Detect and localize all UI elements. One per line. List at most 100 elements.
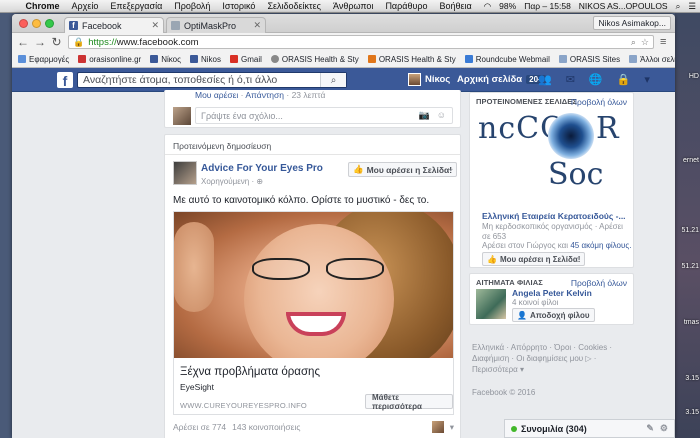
page-favicon-icon [171, 21, 180, 30]
menu-window[interactable]: Παράθυρο [385, 1, 427, 11]
accept-friend-button[interactable]: 👤 Αποδοχή φίλου [512, 308, 595, 322]
footer-copyright: Facebook © 2016 [472, 388, 536, 397]
avatar[interactable] [431, 421, 444, 433]
like-page-button[interactable]: 👍 Μου αρέσει η Σελίδα! [348, 162, 458, 177]
ad-link-preview[interactable]: Ξέχνα προβλήματα όρασης EyeSight WWW.CUR… [173, 211, 454, 415]
menu-help[interactable]: Βοήθεια [440, 1, 472, 11]
forward-icon[interactable]: → [34, 35, 46, 49]
avatar[interactable] [173, 107, 191, 125]
page-name-link[interactable]: Advice For Your Eyes Pro [201, 163, 323, 174]
desktop-label[interactable]: HD [689, 73, 699, 80]
gear-icon[interactable]: ⚙ [660, 423, 668, 434]
chevron-down-icon[interactable]: ⌄ [447, 163, 455, 174]
user-name: Νίκος [425, 74, 451, 85]
reply-link[interactable]: Απάντηση [245, 90, 284, 100]
desktop-label[interactable]: 3.15 [685, 409, 699, 416]
desktop-label[interactable]: tmas [684, 319, 699, 326]
profile-link[interactable]: Νίκος [408, 73, 450, 86]
messages-icon[interactable]: ✉ [566, 73, 575, 86]
bookmark-item[interactable]: ORASIS Health & Sty [270, 55, 359, 64]
search-icon[interactable]: ⌕ [320, 73, 346, 87]
facebook-logo-icon[interactable]: f [57, 72, 73, 89]
bookmark-item[interactable]: Νίκος [150, 55, 181, 64]
mutual-friends[interactable]: 4 κοινοί φίλοι [512, 298, 558, 307]
menu-view[interactable]: Προβολή [174, 1, 210, 11]
avatar[interactable] [476, 289, 506, 319]
menubar-user[interactable]: NIKOS AS...OPOULOS [579, 1, 668, 11]
bookmark-apps[interactable]: Εφαρμογές [18, 55, 69, 64]
chrome-menu-icon[interactable]: ≡ [660, 36, 670, 48]
close-tab-icon[interactable]: ✕ [151, 20, 159, 31]
chat-bar[interactable]: Συνομιλία (304) ✎ ⚙ [504, 419, 675, 438]
desktop-label[interactable]: 3.15 [685, 375, 699, 382]
bookmark-item[interactable]: Nikos [189, 55, 221, 64]
menu-file[interactable]: Αρχείο [72, 1, 99, 11]
home-link[interactable]: Αρχική σελίδα 20+ [457, 74, 546, 85]
window-controls [19, 19, 54, 28]
search-icon[interactable]: ⌕ [631, 37, 636, 48]
menu-history[interactable]: Ιστορικό [222, 1, 255, 11]
lock-icon[interactable]: 🔒 [73, 37, 84, 48]
notifications-icon[interactable]: 🌐 [589, 73, 603, 86]
browser-toolbar: ← → ↻ 🔒 https://www.facebook.com ⌕ ☆ ≡ [12, 33, 675, 51]
bookmark-item[interactable]: ORASIS Health & Sty [367, 55, 456, 64]
desktop-label[interactable]: 51.21 [681, 263, 699, 270]
see-all-link[interactable]: Προβολή όλων [571, 97, 627, 107]
spotlight-icon[interactable]: ⌕ [676, 1, 681, 12]
bookmark-item[interactable]: Roundcube Webmail [464, 55, 550, 64]
close-tab-icon[interactable]: ✕ [253, 20, 261, 31]
footer-links[interactable]: Ελληνικά · Απόρρητο · Όροι · Cookies · Δ… [472, 342, 634, 375]
search-input[interactable] [78, 74, 320, 86]
comment-input[interactable]: Γράψτε ένα σχόλιο... 📷 ☺ [195, 107, 453, 124]
ad-image[interactable] [174, 212, 453, 358]
shares-count-link[interactable]: 143 κοινοποιήσεις [232, 422, 300, 432]
address-bar[interactable]: 🔒 https://www.facebook.com ⌕ ☆ [68, 35, 654, 49]
menu-bookmarks[interactable]: Σελιδοδείκτες [267, 1, 321, 11]
back-icon[interactable]: ← [17, 35, 29, 49]
menu-app[interactable]: Chrome [26, 1, 60, 11]
suggested-page-name[interactable]: Ελληνική Εταιρεία Κερατοειδούς -... [482, 211, 626, 221]
bookmark-item[interactable]: orasisonline.gr [78, 55, 141, 64]
compose-icon[interactable]: ✎ [646, 423, 654, 434]
account-menu-icon[interactable]: ▾ [644, 73, 650, 86]
friend-requests-icon[interactable]: 👥 [538, 73, 552, 86]
tab-optimaskpro[interactable]: OptiMaskPro ✕ [166, 17, 266, 33]
friend-name-link[interactable]: Angela Peter Kelvin [512, 288, 592, 298]
like-page-button[interactable]: 👍 Μου αρέσει η Σελίδα! [482, 252, 586, 266]
friends-link[interactable]: 45 ακόμη φίλους. [570, 241, 631, 250]
tab-facebook[interactable]: f Facebook ✕ [64, 17, 164, 33]
menu-people[interactable]: Άνθρωποι [333, 1, 373, 11]
page-avatar[interactable] [173, 161, 197, 185]
friend-requests: ΑΙΤΗΜΑΤΑ ΦΙΛΙΑΣ Προβολή όλων Angela Pete… [469, 273, 634, 325]
minimize-window-button[interactable] [32, 19, 41, 28]
notification-icon[interactable]: ☰ [688, 1, 696, 12]
camera-icon[interactable]: 📷 [419, 110, 430, 121]
menubar-clock[interactable]: Παρ – 15:58 [524, 1, 571, 11]
suggested-page-cover[interactable]: ncCO R Soc [476, 109, 628, 207]
desktop-label[interactable]: 51.21 [681, 227, 699, 234]
chevron-down-icon[interactable]: ▾ [450, 422, 454, 433]
learn-more-button[interactable]: Μάθετε περισσότερα [365, 393, 453, 411]
desktop-label[interactable]: ernet [683, 157, 699, 164]
site-icon [78, 55, 87, 63]
wifi-icon[interactable]: ◠ [484, 1, 491, 12]
close-window-button[interactable] [19, 19, 28, 28]
star-icon[interactable]: ☆ [641, 37, 649, 48]
emoji-icon[interactable]: ☺ [437, 110, 446, 121]
bookmark-gmail[interactable]: Gmail [230, 55, 262, 64]
url-host: www.facebook.com [116, 36, 199, 48]
sponsored-header: Προτεινόμενη δημοσίευση [165, 135, 460, 155]
ad-url: WWW.CUREYOUREYESPRO.INFO [180, 401, 307, 410]
bookmark-folder[interactable]: ORASIS Sites [558, 55, 620, 64]
reload-icon[interactable]: ↻ [51, 35, 62, 49]
ad-title[interactable]: Ξέχνα προβλήματα όρασης [180, 366, 320, 378]
battery-level[interactable]: 98% [499, 1, 516, 11]
like-comment-link[interactable]: Μου αρέσει [195, 90, 238, 100]
profile-button[interactable]: Nikos Asimakop... [593, 16, 671, 30]
privacy-icon[interactable]: 🔒 [617, 73, 631, 86]
see-all-link[interactable]: Προβολή όλων [571, 278, 627, 288]
zoom-window-button[interactable] [45, 19, 54, 28]
menu-edit[interactable]: Επεξεργασία [110, 1, 162, 11]
likes-count-link[interactable]: Αρέσει σε 774 [173, 422, 226, 432]
other-bookmarks[interactable]: Άλλοι σελιδοδείκτες [629, 55, 675, 64]
